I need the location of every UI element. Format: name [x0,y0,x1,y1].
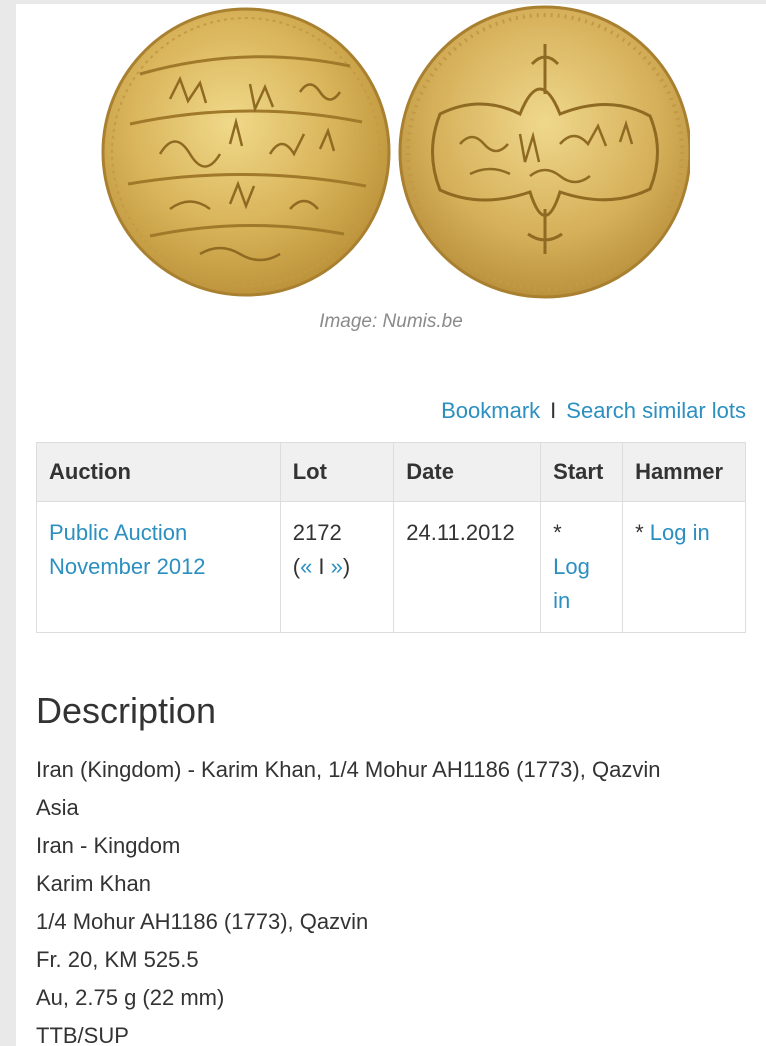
next-lot-link[interactable]: » [331,554,343,579]
action-separator: I [550,398,557,423]
table-row: Public Auction November 2012 2172 (« I »… [36,501,746,633]
lot-nav-close: ) [342,554,351,579]
coin-illustration [101,5,690,299]
header-auction: Auction [36,442,281,502]
auction-link[interactable]: Public Auction November 2012 [49,520,206,579]
lot-table: Auction Lot Date Start Hammer Public Auc… [36,442,746,633]
start-login-link[interactable]: Log in [553,554,590,613]
cell-lot: 2172 (« I ») [279,501,395,633]
image-caption: Image: Numis.be [319,311,463,332]
lot-page: Image: Numis.be Bookmark I Search similar … [16,4,766,1046]
lot-nav-separator: I [312,554,331,579]
coin-image[interactable] [100,4,690,300]
description-line: Au, 2.75 g (22 mm) [36,985,225,1010]
cell-hammer: * Log in [622,501,746,633]
description-line: Fr. 20, KM 525.5 [36,947,199,972]
description-line: 1/4 Mohur AH1186 (1773), Qazvin [36,909,369,934]
lot-number: 2172 [292,520,342,545]
description-line: Asia [36,795,79,820]
header-hammer: Hammer [622,442,746,502]
start-asterisk: * [553,520,562,545]
lot-actions: Bookmark I Search similar lots [441,398,746,424]
description-line: Iran - Kingdom [36,833,181,858]
search-similar-link[interactable]: Search similar lots [566,398,746,423]
hammer-asterisk: * [635,520,644,545]
header-lot: Lot [279,442,395,502]
cell-date: 24.11.2012 [393,501,542,633]
coin-reverse [398,5,690,299]
coin-obverse [101,7,391,297]
lot-nav-open: ( [292,554,301,579]
previous-lot-link[interactable]: « [300,554,312,579]
table-header-row: Auction Lot Date Start Hammer [36,442,746,502]
header-start: Start [540,442,624,502]
bookmark-link[interactable]: Bookmark [441,398,540,423]
header-date: Date [393,442,542,502]
description-line: Karim Khan [36,871,151,896]
description-line: TTB/SUP [36,1023,129,1046]
cell-auction: Public Auction November 2012 [36,501,281,633]
description-heading: Description [36,690,217,731]
cell-start: * Log in [540,501,624,633]
description-line: Iran (Kingdom) - Karim Khan, 1/4 Mohur A… [36,757,661,782]
hammer-login-link[interactable]: Log in [650,520,710,545]
description-body: Iran (Kingdom) - Karim Khan, 1/4 Mohur A… [36,751,756,1046]
